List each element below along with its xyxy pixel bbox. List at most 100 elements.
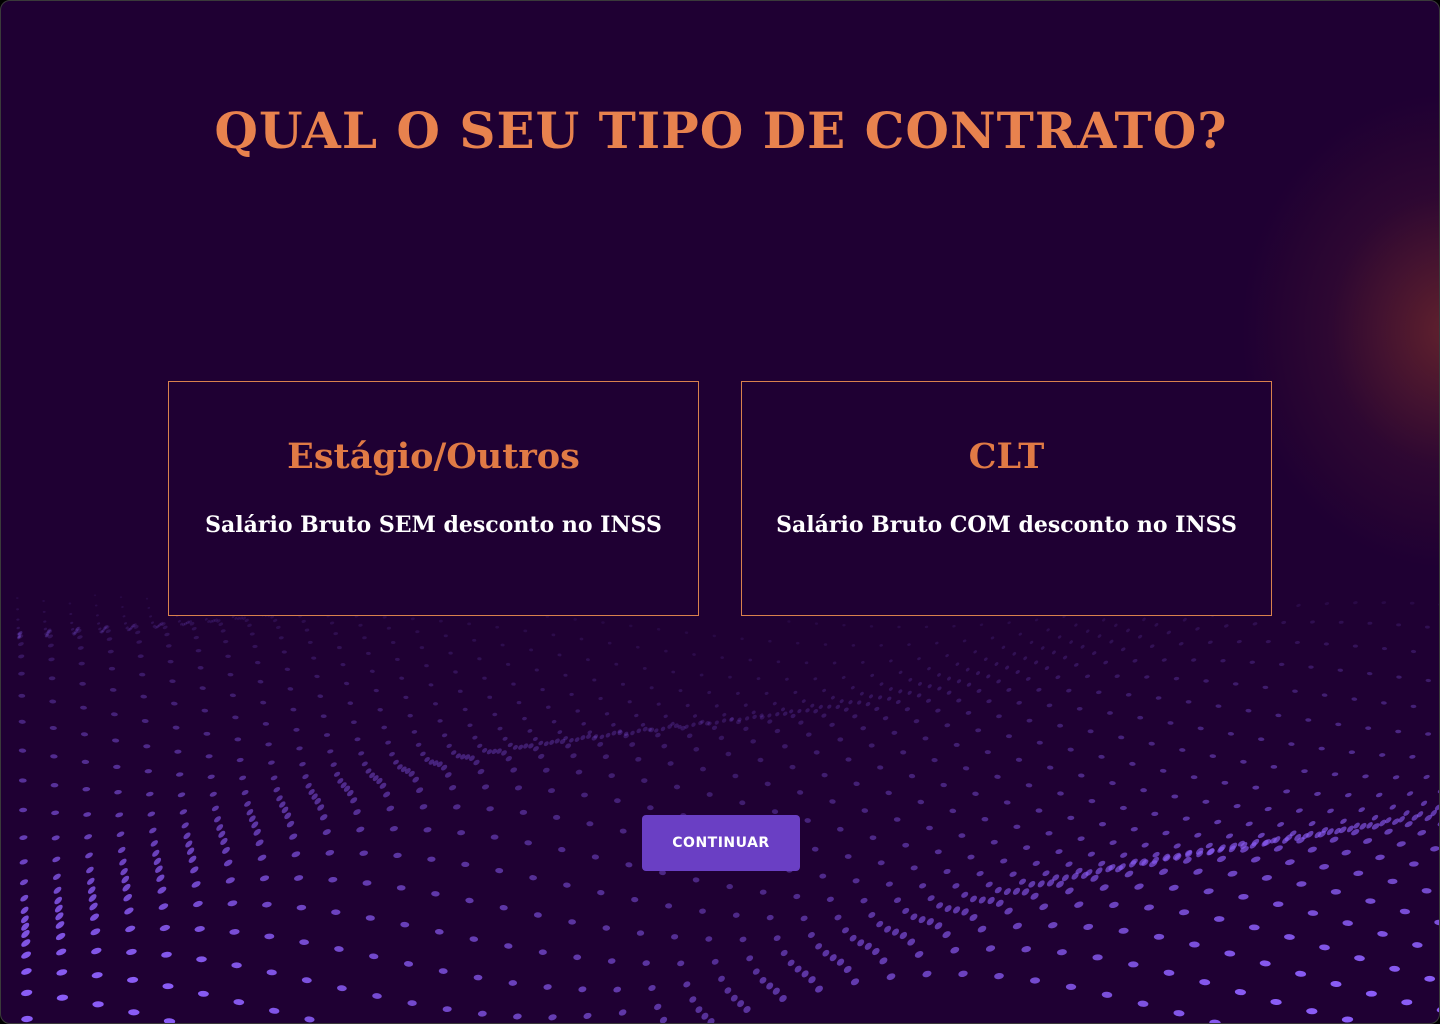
decorative-dot bbox=[1327, 808, 1334, 814]
decorative-dot bbox=[1323, 642, 1329, 646]
decorative-dot bbox=[910, 913, 918, 921]
option-card-clt[interactable]: CLT Salário Bruto COM desconto no INSS bbox=[741, 381, 1272, 616]
decorative-dot bbox=[527, 729, 533, 733]
decorative-dot bbox=[264, 933, 275, 940]
decorative-dot bbox=[1437, 820, 1439, 827]
decorative-dot bbox=[1003, 888, 1011, 896]
decorative-dot bbox=[176, 772, 184, 777]
decorative-dot bbox=[1040, 646, 1045, 650]
decorative-dot bbox=[898, 670, 903, 675]
decorative-dot bbox=[917, 799, 925, 805]
decorative-dot bbox=[886, 696, 892, 701]
decorative-dot bbox=[629, 742, 636, 747]
decorative-dot bbox=[334, 946, 344, 952]
decorative-dot bbox=[895, 699, 901, 705]
decorative-dot bbox=[438, 968, 448, 974]
decorative-dot bbox=[150, 840, 158, 847]
decorative-dot bbox=[604, 712, 610, 716]
decorative-dot bbox=[519, 809, 528, 815]
continue-button[interactable]: CONTINUAR bbox=[642, 815, 800, 871]
decorative-dot bbox=[55, 932, 66, 941]
decorative-dot bbox=[879, 957, 888, 965]
decorative-dot bbox=[994, 774, 1001, 779]
decorative-dot bbox=[1262, 685, 1269, 690]
decorative-dot bbox=[467, 723, 473, 728]
decorative-dot bbox=[164, 632, 170, 637]
decorative-dot bbox=[798, 720, 804, 725]
decorative-dot bbox=[557, 730, 563, 735]
decorative-dot bbox=[869, 835, 877, 841]
decorative-dot bbox=[1096, 690, 1102, 695]
decorative-dot bbox=[575, 709, 580, 713]
decorative-dot bbox=[124, 907, 134, 915]
decorative-dot bbox=[608, 773, 615, 778]
decorative-dot bbox=[1118, 927, 1129, 934]
decorative-dot bbox=[462, 707, 468, 712]
decorative-dot bbox=[916, 693, 922, 698]
decorative-dot bbox=[21, 951, 32, 959]
decorative-dot bbox=[1189, 941, 1200, 948]
decorative-dot bbox=[174, 749, 182, 754]
decorative-dot bbox=[796, 790, 804, 795]
decorative-dot bbox=[744, 716, 750, 721]
decorative-dot bbox=[1264, 806, 1272, 812]
option-description-clt: Salário Bruto COM desconto no INSS bbox=[776, 512, 1237, 538]
decorative-dot bbox=[569, 738, 574, 743]
decorative-dot bbox=[797, 709, 802, 714]
decorative-dot bbox=[311, 656, 317, 660]
decorative-dot bbox=[1130, 826, 1138, 832]
option-card-estagio[interactable]: Estágio/Outros Salário Bruto SEM descont… bbox=[168, 381, 699, 616]
decorative-dot bbox=[692, 714, 698, 718]
decorative-dot bbox=[523, 743, 529, 749]
decorative-dot bbox=[1425, 678, 1432, 683]
decorative-dot bbox=[1295, 970, 1307, 977]
decorative-dot bbox=[190, 866, 199, 874]
decorative-dot bbox=[186, 847, 195, 855]
decorative-dot bbox=[575, 769, 583, 775]
decorative-dot bbox=[625, 862, 633, 868]
decorative-dot bbox=[294, 875, 304, 881]
decorative-dot bbox=[381, 725, 388, 730]
decorative-dot bbox=[970, 895, 977, 903]
decorative-dot bbox=[167, 659, 174, 664]
decorative-dot bbox=[845, 757, 852, 762]
decorative-dot bbox=[737, 1000, 745, 1008]
decorative-dot bbox=[952, 624, 956, 628]
decorative-dot bbox=[1424, 975, 1436, 982]
decorative-dot bbox=[827, 704, 832, 709]
decorative-dot bbox=[785, 677, 789, 681]
decorative-dot bbox=[415, 630, 420, 634]
decorative-dot bbox=[331, 909, 341, 915]
decorative-dot bbox=[424, 664, 429, 668]
decorative-dot bbox=[268, 1007, 280, 1014]
decorative-dot bbox=[21, 930, 30, 938]
decorative-dot bbox=[453, 804, 461, 810]
decorative-dot bbox=[337, 985, 347, 992]
decorative-dot bbox=[1140, 788, 1147, 793]
decorative-dot bbox=[1035, 808, 1043, 813]
decorative-dot bbox=[1191, 658, 1197, 662]
decorative-dot bbox=[1209, 1019, 1221, 1023]
decorative-dot bbox=[193, 900, 203, 908]
decorative-dot bbox=[50, 783, 59, 788]
decorative-dot bbox=[1190, 775, 1198, 780]
decorative-dot bbox=[1039, 903, 1049, 911]
decorative-dot bbox=[1232, 682, 1239, 686]
decorative-dot bbox=[1044, 666, 1050, 671]
decorative-dot bbox=[1013, 824, 1021, 830]
decorative-dot bbox=[1069, 640, 1073, 644]
decorative-dot bbox=[359, 850, 368, 856]
decorative-dot bbox=[967, 854, 975, 860]
decorative-dot bbox=[211, 805, 219, 812]
decorative-dot bbox=[327, 749, 334, 754]
decorative-dot bbox=[84, 834, 93, 840]
decorative-dot bbox=[542, 767, 550, 773]
decorative-dot bbox=[924, 625, 929, 629]
decorative-dot bbox=[1305, 718, 1312, 722]
decorative-dot bbox=[1057, 723, 1064, 728]
decorative-dot bbox=[366, 651, 371, 655]
decorative-dot bbox=[19, 835, 28, 840]
decorative-dot bbox=[756, 677, 761, 681]
decorative-dot bbox=[701, 1012, 709, 1020]
decorative-dot bbox=[246, 809, 254, 816]
